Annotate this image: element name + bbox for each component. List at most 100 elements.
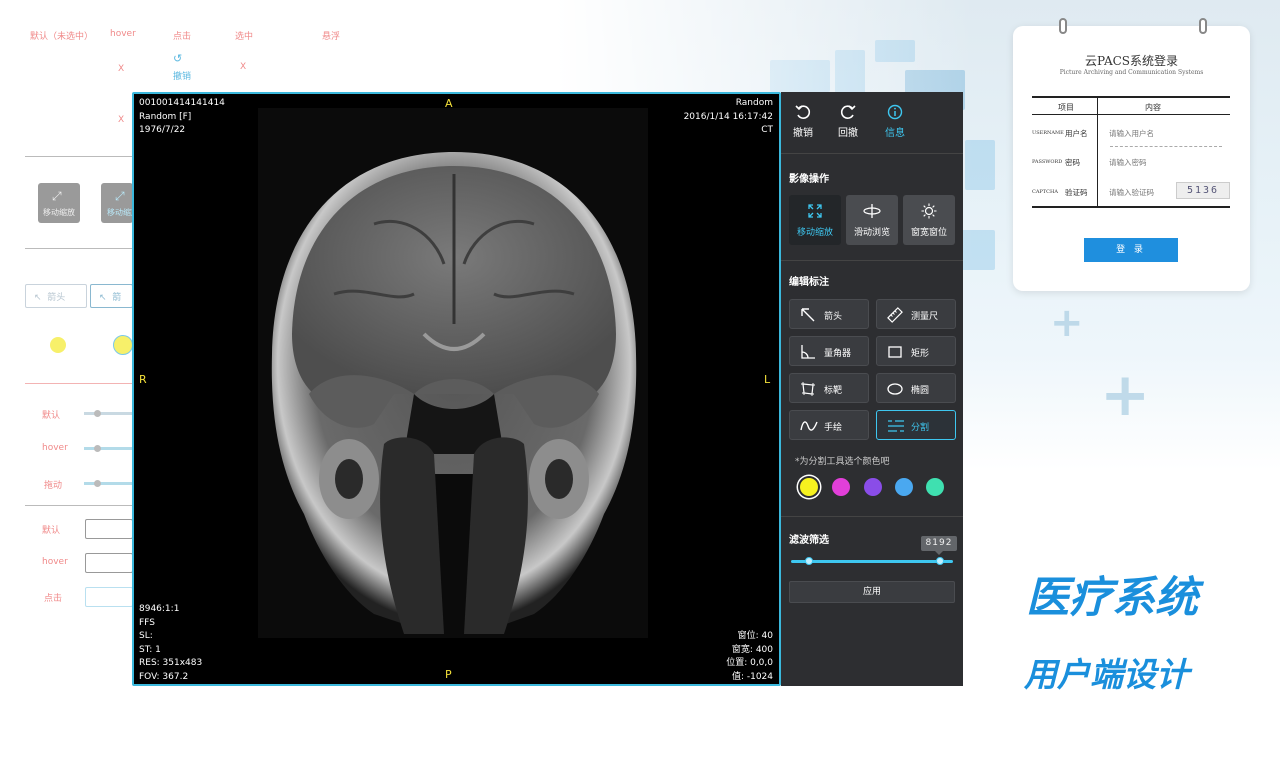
color-dot bbox=[50, 337, 66, 353]
password-input[interactable]: 请输入密码 bbox=[1109, 157, 1147, 168]
filter-slider-min-handle[interactable] bbox=[805, 557, 813, 565]
password-en: PASSWORD bbox=[1032, 159, 1063, 165]
move-zoom-button[interactable]: 移动缩放 bbox=[789, 195, 841, 245]
image-resolution: RES: 351x483 bbox=[139, 658, 203, 668]
rectangle-icon bbox=[888, 346, 902, 358]
spec-button-default: ⤢ 移动缩放 bbox=[38, 183, 80, 223]
captcha-image[interactable]: 5136 bbox=[1176, 182, 1230, 199]
orientation-top: A bbox=[445, 97, 453, 110]
x-mark: X bbox=[118, 64, 125, 74]
spec-input bbox=[85, 519, 133, 539]
rectangle-tool-button[interactable]: 矩形 bbox=[876, 336, 956, 366]
redo-button[interactable]: 回撤 bbox=[828, 104, 868, 139]
dicom-viewer[interactable]: 001001414141414 Random [F] 1976/7/22 Ran… bbox=[132, 92, 781, 686]
color-swatch-magenta[interactable] bbox=[832, 478, 850, 496]
cross-decoration: + bbox=[1100, 360, 1151, 430]
divider bbox=[781, 260, 963, 261]
mri-image[interactable] bbox=[134, 94, 779, 684]
divider bbox=[25, 248, 133, 249]
segment-color-hint: *为分割工具选个颜色吧 bbox=[795, 457, 890, 467]
filter-slider-max-handle[interactable] bbox=[936, 557, 944, 565]
ruler-icon bbox=[887, 307, 903, 323]
spec-slider bbox=[84, 412, 133, 415]
freehand-tool-button[interactable]: 手绘 bbox=[789, 410, 869, 440]
history-toolbar: 撤销 回撤 信息 bbox=[781, 92, 963, 154]
expand-icon: ⤢ bbox=[52, 189, 62, 203]
color-swatch-blue[interactable] bbox=[895, 478, 913, 496]
color-dot-hover bbox=[113, 335, 133, 355]
info-button[interactable]: 信息 bbox=[875, 104, 915, 139]
username-label: 用户名 bbox=[1065, 129, 1088, 138]
patient-id: 001001414141414 bbox=[139, 98, 225, 108]
x-mark: X bbox=[118, 115, 125, 125]
login-title: 云PACS系统登录 bbox=[1084, 54, 1179, 68]
redo-icon bbox=[840, 105, 856, 119]
study-info-top-right: Random 2016/1/14 16:17:42 CT bbox=[684, 97, 773, 138]
scroll-browse-button[interactable]: 滑动浏览 bbox=[846, 195, 898, 245]
state-label-float: 悬浮 bbox=[322, 32, 341, 42]
slider-state-hover: hover bbox=[42, 443, 68, 453]
patient-name: Random [F] bbox=[139, 111, 192, 122]
slider-state-drag: 拖动 bbox=[44, 481, 63, 491]
study-datetime: 2016/1/14 16:17:42 bbox=[683, 111, 773, 122]
patient-dob: 1976/7/22 bbox=[139, 125, 186, 135]
username-input[interactable]: 请输入用户名 bbox=[1109, 128, 1154, 139]
slider-state-default: 默认 bbox=[42, 411, 61, 421]
pixel-value: 值: -1024 bbox=[731, 671, 773, 682]
apply-filter-button[interactable]: 应用 bbox=[789, 581, 955, 603]
captcha-label: 验证码 bbox=[1065, 188, 1088, 197]
filter-slider[interactable] bbox=[791, 560, 953, 563]
state-label-default: 默认（未选中） bbox=[30, 32, 94, 42]
target-icon bbox=[801, 382, 815, 396]
ruler-tool-button[interactable]: 测量尺 bbox=[876, 299, 956, 329]
color-swatch-yellow[interactable] bbox=[800, 478, 818, 496]
color-swatch-teal[interactable] bbox=[926, 478, 944, 496]
spec-outline-button: ↖ 箭头 bbox=[25, 284, 87, 308]
col-item: 项目 bbox=[1058, 103, 1074, 112]
spec-input bbox=[85, 587, 133, 607]
spec-outline-button-hover: ↖ 箭 bbox=[90, 284, 133, 308]
captcha-input[interactable]: 请输入验证码 bbox=[1109, 187, 1154, 198]
annotation-title: 编辑标注 bbox=[789, 277, 829, 288]
slider-knob bbox=[94, 410, 101, 417]
divider bbox=[25, 156, 133, 157]
login-button[interactable]: 登 录 bbox=[1084, 238, 1178, 262]
slice-thickness: ST: 1 bbox=[139, 644, 161, 655]
ellipse-tool-button[interactable]: 椭圆 bbox=[876, 373, 956, 403]
field-of-view: FOV: 367.2 bbox=[139, 671, 189, 682]
angle-tool-button[interactable]: 量角器 bbox=[789, 336, 869, 366]
window-level-button[interactable]: 窗宽窗位 bbox=[903, 195, 955, 245]
arrow-tool-button[interactable]: 箭头 bbox=[789, 299, 869, 329]
login-card: 云PACS系统登录 Picture Archiving and Communic… bbox=[1013, 18, 1250, 291]
login-subtitle: Picture Archiving and Communication Syst… bbox=[1059, 69, 1204, 76]
state-label-selected: 选中 bbox=[235, 32, 254, 42]
slice-location: SL: bbox=[139, 631, 153, 641]
study-random: Random bbox=[735, 98, 773, 108]
window-center: 窗位: 40 bbox=[737, 631, 773, 641]
segment-icon bbox=[888, 420, 904, 432]
segment-tool-button[interactable]: 分割 bbox=[876, 410, 956, 440]
username-en: USERNAME bbox=[1032, 130, 1064, 136]
filter-title: 滤波筛选 bbox=[789, 535, 829, 546]
state-label-click: 点击 bbox=[173, 32, 192, 42]
undo-mark: 撤销 bbox=[173, 72, 192, 82]
window-width: 窗宽: 400 bbox=[731, 644, 773, 655]
arrow-icon bbox=[801, 308, 815, 322]
tool-panel: 撤销 回撤 信息 影像操作 移动缩放 滑动浏览 窗宽窗位 编辑标注 箭头 测量尺… bbox=[781, 92, 963, 686]
image-position: FFS bbox=[139, 617, 155, 628]
color-swatch-purple[interactable] bbox=[864, 478, 882, 496]
info-icon bbox=[887, 104, 903, 120]
col-content: 内容 bbox=[1145, 103, 1161, 112]
hero-title: 医疗系统 bbox=[1026, 573, 1198, 623]
orientation-bottom: P bbox=[445, 668, 452, 681]
image-ops-title: 影像操作 bbox=[789, 174, 829, 185]
expand-icon: ⤢ bbox=[115, 189, 125, 203]
spec-slider bbox=[84, 482, 133, 485]
divider bbox=[25, 383, 133, 384]
undo-button[interactable]: 撤销 bbox=[783, 104, 823, 139]
input-underline bbox=[1110, 146, 1222, 147]
spec-button-hover: ⤢ 移动缩放 bbox=[101, 183, 139, 223]
scroll-browse-icon bbox=[863, 204, 881, 218]
divider bbox=[781, 516, 963, 517]
target-tool-button[interactable]: 标靶 bbox=[789, 373, 869, 403]
